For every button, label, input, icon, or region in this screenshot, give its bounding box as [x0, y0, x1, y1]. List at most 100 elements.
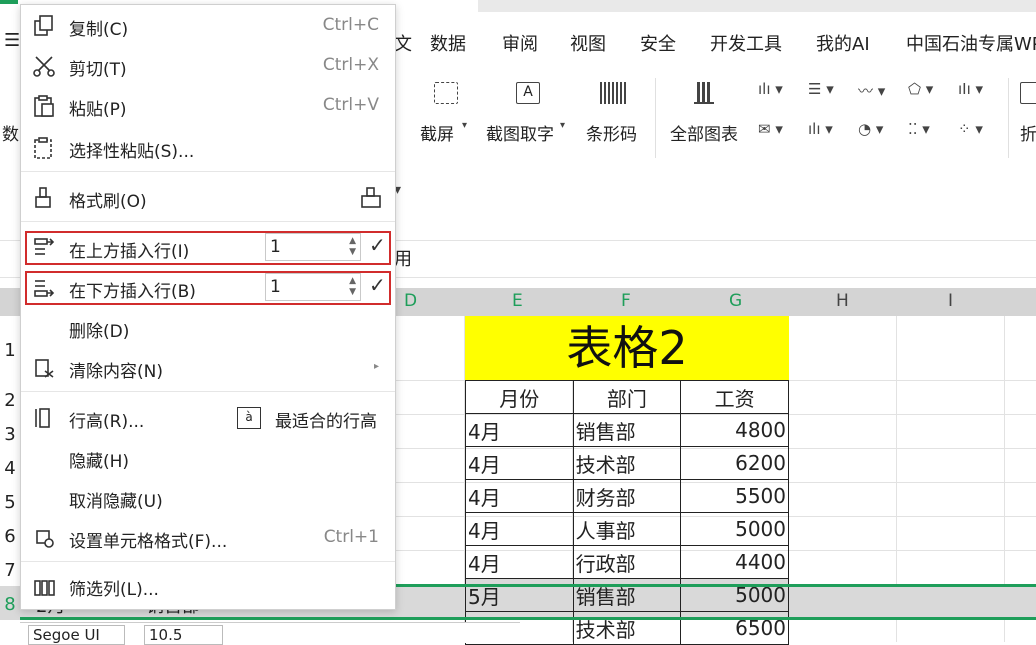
paste-special-icon [33, 137, 55, 159]
insert-below-count-input[interactable]: 1 ▲ ▼ [265, 273, 361, 301]
context-menu: 复制(C) Ctrl+C 剪切(T) Ctrl+X 粘贴(P) Ctrl+V 选… [20, 4, 396, 610]
cell-month[interactable]: 4月 [465, 446, 574, 480]
format-painter-quick-icon[interactable] [359, 187, 383, 209]
combo-chart-icon[interactable]: ✉ ▾ [758, 120, 783, 138]
doc-tab-bar [478, 0, 1036, 12]
menu-tab-fragment[interactable]: 文 [394, 30, 412, 56]
row-header-4[interactable]: 4 [0, 458, 20, 479]
tab-security[interactable]: 安全 [640, 30, 676, 56]
cell-month[interactable]: 4月 [465, 413, 574, 447]
all-charts-button[interactable]: 全部图表 [670, 120, 738, 145]
menu-label: 隐藏(H) [69, 452, 130, 472]
bar-chart-h-icon[interactable]: ☰ ▾ [808, 80, 834, 98]
menu-item-cut[interactable]: 剪切(T) Ctrl+X [21, 47, 395, 85]
column-header-i[interactable]: I [948, 291, 953, 311]
menu-item-hide[interactable]: 隐藏(H) [21, 439, 395, 477]
text-capture-button[interactable]: 截图取字 [486, 120, 554, 145]
pie-chart-icon[interactable]: ◔ ▾ [858, 120, 883, 138]
cell-month[interactable]: 4月 [465, 545, 574, 579]
row-header-2[interactable]: 2 [0, 390, 20, 411]
fold-button[interactable]: 折 [1020, 120, 1036, 145]
menu-label: 设置单元格格式(F)... [69, 532, 228, 552]
cell-department[interactable]: 人事部 [572, 512, 682, 546]
menu-item-row-height[interactable]: 行高(R)... à 最适合的行高 [21, 399, 395, 437]
cell-salary[interactable]: 4800 [680, 413, 789, 447]
header-salary[interactable]: 工资 [680, 380, 789, 414]
menu-label: 在下方插入行(B) [69, 282, 196, 302]
row-header-6[interactable]: 6 [0, 526, 20, 547]
cell-salary[interactable]: 6200 [680, 446, 789, 480]
menu-item-unhide[interactable]: 取消隐藏(U) [21, 479, 395, 517]
column-header-d[interactable]: D [404, 291, 417, 311]
column-header-h[interactable]: H [836, 291, 849, 311]
font-size-select[interactable]: 10.5 [144, 625, 224, 645]
area-chart-icon[interactable]: ılı ▾ [808, 120, 833, 138]
screenshot-button[interactable]: 截屏 [420, 120, 454, 145]
tab-my-ai[interactable]: 我的AI [816, 30, 870, 56]
cell-department[interactable]: 财务部 [572, 479, 682, 513]
menu-item-insert-below[interactable]: 在下方插入行(B) 1 ▲ ▼ ✓ [21, 269, 395, 307]
menu-item-paste[interactable]: 粘贴(P) Ctrl+V [21, 87, 395, 125]
row-header-5[interactable]: 5 [0, 492, 20, 513]
header-month[interactable]: 月份 [465, 380, 574, 414]
menu-item-format-painter[interactable]: 格式刷(O) [21, 179, 395, 217]
tab-data[interactable]: 数据 [430, 30, 466, 56]
tab-review[interactable]: 审阅 [502, 30, 538, 56]
header-department[interactable]: 部门 [572, 380, 682, 414]
tab-petrochina[interactable]: 中国石油专属WP [906, 30, 1036, 56]
column-chart-icon[interactable]: ılı ▾ [758, 80, 783, 98]
submenu-arrow-icon: ▸ [373, 361, 379, 372]
chevron-down-icon[interactable]: ▾ [560, 120, 565, 131]
hamburger-icon[interactable]: ☰ [4, 30, 20, 51]
bar-chart-icon [694, 82, 714, 104]
tab-view[interactable]: 视图 [570, 30, 606, 56]
cell-department[interactable]: 销售部 [572, 413, 682, 447]
spin-arrows-icon[interactable]: ▲ ▼ [349, 236, 356, 258]
row-header-3[interactable]: 3 [0, 424, 20, 445]
menu-item-filter-column[interactable]: 筛选列(L)... [21, 567, 395, 605]
row-header-8[interactable]: 8 [0, 594, 20, 615]
insert-row-below-icon [33, 277, 55, 299]
menu-label: 格式刷(O) [69, 192, 147, 212]
confirm-check-icon[interactable]: ✓ [369, 273, 386, 297]
menu-item-clear[interactable]: 清除内容(N) ▸ [21, 349, 395, 387]
barcode-button[interactable]: 条形码 [586, 120, 637, 145]
cell-department[interactable]: 行政部 [572, 545, 682, 579]
scatter-chart-icon[interactable]: ⁚⁚ ▾ [908, 120, 930, 138]
menu-item-delete[interactable]: 删除(D) [21, 309, 395, 347]
column-header-e[interactable]: E [512, 291, 523, 311]
cell-salary[interactable]: 5500 [680, 479, 789, 513]
tab-developer[interactable]: 开发工具 [710, 30, 782, 56]
column-header-f[interactable]: F [621, 291, 631, 311]
menu-label: 删除(D) [69, 322, 130, 342]
cell-salary[interactable]: 4400 [680, 545, 789, 579]
sheet-title-cell[interactable]: 表格2 [465, 316, 789, 380]
menu-item-format-cells[interactable]: 设置单元格格式(F)... Ctrl+1 [21, 519, 395, 557]
menu-item-insert-above[interactable]: 在上方插入行(I) 1 ▲ ▼ ✓ [21, 229, 395, 267]
line-chart-icon[interactable]: 〰 ▾ [858, 80, 885, 101]
chevron-down-icon[interactable]: ▾ [462, 120, 467, 131]
menu-label: 取消隐藏(U) [69, 492, 163, 512]
font-family-select[interactable]: Segoe UI [28, 625, 125, 645]
ribbon-divider [655, 78, 656, 158]
best-fit-row-height-button[interactable]: 最适合的行高 [275, 407, 377, 432]
row-height-icon [33, 407, 55, 429]
cell-month[interactable]: 4月 [465, 479, 574, 513]
insert-above-count-input[interactable]: 1 ▲ ▼ [265, 233, 361, 261]
row-header-7[interactable]: 7 [0, 560, 20, 581]
mini-toolbar: Segoe UI 10.5 [20, 622, 520, 645]
bubble-chart-icon[interactable]: ⁘ ▾ [958, 120, 983, 138]
menu-item-paste-special[interactable]: 选择性粘贴(S)... [21, 129, 395, 167]
cell-month[interactable]: 4月 [465, 512, 574, 546]
cell-salary[interactable]: 5000 [680, 512, 789, 546]
confirm-check-icon[interactable]: ✓ [369, 233, 386, 257]
radar-chart-icon[interactable]: ⬠ ▾ [908, 80, 933, 98]
cell-department[interactable]: 技术部 [572, 446, 682, 480]
row-header-1[interactable]: 1 [0, 340, 20, 361]
menu-item-copy[interactable]: 复制(C) Ctrl+C [21, 7, 395, 45]
count-value: 1 [270, 237, 281, 257]
spin-arrows-icon[interactable]: ▲ ▼ [349, 276, 356, 298]
menu-label: 粘贴(P) [69, 100, 127, 120]
column-header-g[interactable]: G [729, 291, 742, 311]
stock-chart-icon[interactable]: ıIı ▾ [958, 80, 983, 98]
